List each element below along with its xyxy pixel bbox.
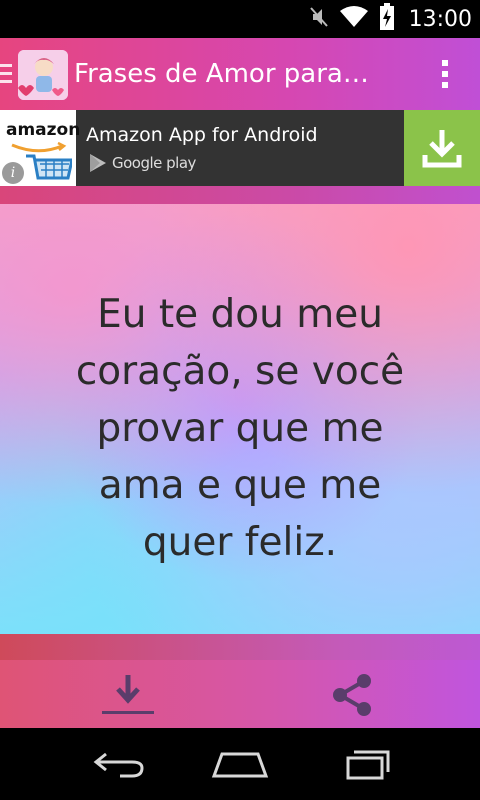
action-bar: Frases de Amor para…: [0, 38, 480, 110]
ad-brand: amazon: [6, 120, 81, 140]
recent-apps-icon: [346, 750, 390, 780]
ad-banner[interactable]: amazon i Amazon App for Android Google p…: [0, 110, 480, 186]
app-title: Frases de Amor para…: [74, 59, 369, 89]
ad-logo[interactable]: amazon i: [0, 110, 80, 186]
mute-icon: [309, 5, 329, 33]
status-bar: 13:00: [0, 0, 480, 38]
quote-line: Eu te dou meu: [97, 292, 383, 337]
quote-line: quer feliz.: [142, 520, 338, 565]
app-logo[interactable]: [18, 50, 68, 100]
battery-charging-icon: [379, 3, 395, 35]
home-button[interactable]: [200, 740, 280, 788]
share-icon: [333, 674, 371, 716]
save-button[interactable]: [96, 668, 160, 722]
ad-download-button[interactable]: [404, 110, 480, 186]
bottom-toolbar: [0, 634, 480, 728]
quote-image[interactable]: Eu te dou meu coração, se você provar qu…: [0, 204, 480, 634]
ad-store-badge: Google play: [88, 152, 196, 174]
download-icon: [422, 130, 462, 168]
recent-apps-button[interactable]: [322, 740, 402, 788]
ad-store-label: Google play: [112, 154, 196, 172]
wifi-icon: [339, 5, 369, 33]
share-button[interactable]: [320, 668, 384, 722]
ad-divider-strip: [0, 186, 480, 204]
quote-text: Eu te dou meu coração, se você provar qu…: [20, 286, 460, 571]
bottom-toolbar-top-strip: [0, 634, 480, 660]
drawer-indicator-icon[interactable]: [0, 62, 14, 86]
ad-info-icon[interactable]: i: [2, 162, 24, 184]
status-icons: 13:00: [309, 0, 472, 38]
quote-line: provar que me: [96, 406, 384, 451]
quote-line: ama e que me: [98, 463, 382, 508]
bottom-toolbar-main: [0, 660, 480, 728]
ad-title[interactable]: Amazon App for Android: [86, 124, 318, 146]
nav-bar: [0, 728, 480, 800]
download-icon: [102, 675, 154, 714]
shopping-cart-icon: [26, 154, 72, 180]
google-play-icon: [90, 154, 106, 172]
status-time: 13:00: [408, 6, 472, 32]
quote-line: coração, se você: [75, 349, 405, 394]
back-icon: [93, 752, 144, 778]
screen: 13:00 Frases de Amor para… amazon i Amaz…: [0, 0, 480, 800]
back-button[interactable]: [80, 740, 160, 788]
home-icon: [211, 752, 269, 778]
overflow-menu-icon[interactable]: [440, 58, 450, 90]
